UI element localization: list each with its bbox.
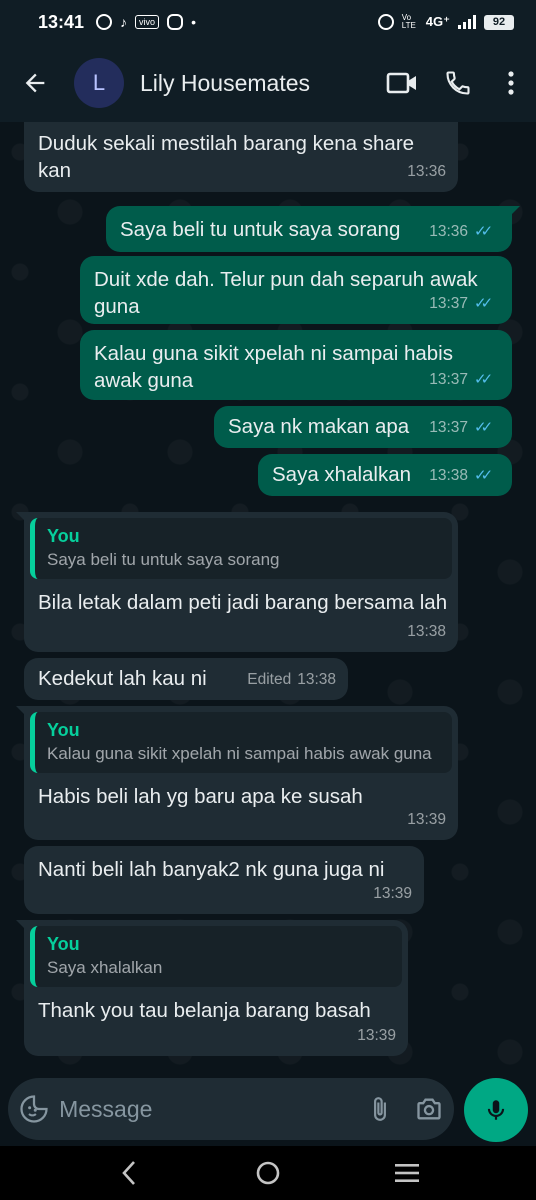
- nav-home-button[interactable]: [238, 1148, 298, 1198]
- read-ticks-icon: ✓✓: [474, 371, 493, 388]
- status-bar: 13:41 ♪ vivo • Vo LTE 4G⁺ 92: [0, 0, 536, 44]
- composer: [0, 1074, 536, 1146]
- alarm-clock-icon: [377, 14, 394, 30]
- message-text: Bila letak dalam peti jadi barang bersam…: [38, 591, 448, 614]
- chat-area[interactable]: Duduk sekali mestilah barang kena share …: [0, 122, 536, 1074]
- voice-call-button[interactable]: [430, 44, 486, 122]
- signal-icon: [458, 15, 476, 29]
- camera-button[interactable]: [405, 1078, 454, 1140]
- quote-author: You: [47, 720, 80, 740]
- volte-label: Vo LTE: [401, 13, 416, 30]
- quoted-message[interactable]: You Saya xhalalkan: [30, 926, 402, 987]
- more-options-button[interactable]: [486, 44, 536, 122]
- video-camera-icon: [386, 72, 416, 94]
- message-time: 13:36: [407, 163, 446, 180]
- camera-icon: [417, 1098, 441, 1120]
- message-incoming[interactable]: Kedekut lah kau ni Edited 13:38: [24, 658, 348, 700]
- quoted-message[interactable]: You Kalau guna sikit xpelah ni sampai ha…: [30, 712, 452, 773]
- message-text: Nanti beli lah banyak2 nk guna juga ni: [38, 858, 385, 881]
- quote-author: You: [47, 526, 80, 546]
- system-navigation-bar: [0, 1146, 536, 1200]
- sticker-button[interactable]: [8, 1078, 59, 1140]
- message-time: 13:37: [429, 419, 468, 436]
- avatar[interactable]: L: [74, 58, 124, 108]
- video-call-button[interactable]: [374, 44, 430, 122]
- quoted-message[interactable]: You Saya beli tu untuk saya sorang: [30, 518, 452, 579]
- message-input-container: [8, 1078, 454, 1140]
- message-incoming[interactable]: Nanti beli lah banyak2 nk guna juga ni 1…: [24, 846, 424, 914]
- menu-lines-icon: [394, 1164, 419, 1182]
- more-vertical-icon: [508, 71, 514, 95]
- quote-text: Saya beli tu untuk saya sorang: [47, 550, 280, 569]
- attach-button[interactable]: [355, 1078, 404, 1140]
- nav-back-button[interactable]: [99, 1148, 159, 1198]
- message-time: 13:39: [357, 1027, 396, 1044]
- message-text: Duit xde dah. Telur pun dah separuh awak…: [94, 268, 478, 318]
- message-time: 13:38: [297, 671, 336, 688]
- alarm-icon: [96, 14, 113, 30]
- tiktok-icon: ♪: [120, 14, 128, 30]
- read-ticks-icon: ✓✓: [474, 223, 493, 240]
- battery-icon: 92: [484, 14, 514, 30]
- network-label: 4G⁺: [425, 14, 450, 29]
- microphone-icon: [487, 1100, 505, 1120]
- message-time: 13:37: [429, 295, 468, 312]
- read-ticks-icon: ✓✓: [474, 419, 493, 436]
- message-time: 13:38: [407, 623, 446, 640]
- message-incoming-reply[interactable]: You Saya xhalalkan Thank you tau belanja…: [16, 920, 408, 1056]
- message-outgoing[interactable]: Duit xde dah. Telur pun dah separuh awak…: [80, 256, 512, 324]
- quote-author: You: [47, 934, 80, 954]
- chat-title[interactable]: Lily Housemates: [140, 70, 374, 97]
- read-ticks-icon: ✓✓: [474, 295, 493, 312]
- quote-text: Kalau guna sikit xpelah ni sampai habis …: [47, 744, 432, 763]
- cloud-icon: [167, 14, 184, 30]
- message-text: Thank you tau belanja barang basah: [38, 999, 371, 1022]
- message-time: 13:36: [429, 223, 468, 240]
- notification-dot: •: [191, 14, 196, 30]
- phone-icon: [446, 71, 470, 95]
- message-text: Duduk sekali mestilah barang kena share …: [38, 132, 415, 182]
- message-incoming-reply[interactable]: You Kalau guna sikit xpelah ni sampai ha…: [16, 706, 458, 840]
- message-text: Habis beli lah yg baru apa ke susah: [38, 785, 363, 808]
- message-time: 13:37: [429, 371, 468, 388]
- message-input[interactable]: [59, 1095, 356, 1123]
- message-time: 13:39: [407, 811, 446, 828]
- sticker-smiley-icon: [19, 1095, 48, 1123]
- message-time: 13:39: [373, 885, 412, 902]
- home-circle-icon: [256, 1161, 280, 1185]
- message-incoming[interactable]: Duduk sekali mestilah barang kena share …: [24, 122, 458, 192]
- status-time: 13:41: [38, 11, 85, 32]
- back-button[interactable]: [0, 44, 70, 122]
- vivo-icon: vivo: [135, 15, 160, 29]
- chevron-left-icon: [122, 1161, 136, 1185]
- paperclip-icon: [373, 1097, 386, 1121]
- message-incoming-reply[interactable]: You Saya beli tu untuk saya sorang Bila …: [16, 512, 458, 652]
- nav-recents-button[interactable]: [377, 1148, 437, 1198]
- arrow-left-icon: [25, 73, 45, 93]
- quote-text: Saya xhalalkan: [47, 958, 163, 977]
- message-outgoing[interactable]: Saya beli tu untuk saya sorang 13:36 ✓✓: [106, 206, 520, 252]
- message-outgoing[interactable]: Saya nk makan apa 13:37 ✓✓: [214, 406, 512, 448]
- message-outgoing[interactable]: Kalau guna sikit xpelah ni sampai habis …: [80, 330, 512, 400]
- edited-label: Edited: [247, 671, 292, 688]
- read-ticks-icon: ✓✓: [474, 467, 493, 484]
- chat-header: L Lily Housemates: [0, 44, 536, 122]
- message-time: 13:38: [429, 467, 468, 484]
- message-outgoing[interactable]: Saya xhalalkan 13:38 ✓✓: [258, 454, 512, 496]
- voice-record-button[interactable]: [464, 1078, 528, 1142]
